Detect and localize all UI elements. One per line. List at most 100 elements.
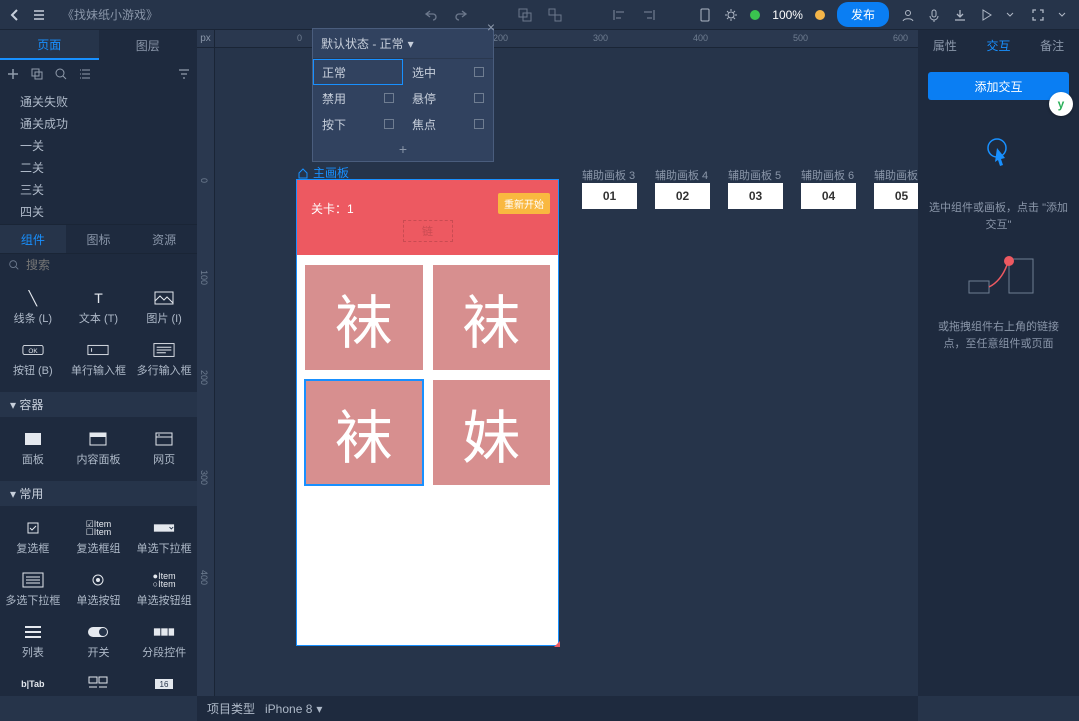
comp-input[interactable]: 单行输入框 <box>66 334 132 386</box>
comp-list[interactable]: 列表 <box>0 616 66 668</box>
main-artboard[interactable]: 关卡：1 重新开始 链 袜 袜 袜 妹 <box>297 180 558 645</box>
card-selected[interactable]: 袜 <box>305 380 423 485</box>
device-icon[interactable] <box>698 8 712 22</box>
align-left-icon[interactable] <box>612 8 626 22</box>
state-normal[interactable]: 正常 <box>313 59 403 85</box>
state-selected[interactable]: 选中 <box>403 59 493 85</box>
aux-artboard[interactable]: 02 <box>655 183 710 209</box>
checkbox-icon[interactable] <box>474 119 484 129</box>
state-pressed[interactable]: 按下 <box>313 111 403 137</box>
add-interaction-button[interactable]: 添加交互 <box>928 72 1069 100</box>
card[interactable]: 妹 <box>433 380 551 485</box>
add-state-button[interactable]: + <box>313 137 493 161</box>
close-icon[interactable]: × <box>487 19 495 35</box>
tab-assets[interactable]: 资源 <box>131 225 197 253</box>
aux-artboard[interactable]: 03 <box>728 183 783 209</box>
comp-panel[interactable]: 面板 <box>0 423 66 475</box>
play-icon[interactable] <box>979 8 993 22</box>
comp-select[interactable]: 单选下拉框 <box>131 512 197 564</box>
link-illustration <box>918 241 1079 311</box>
more-chevron-icon[interactable] <box>1057 8 1071 22</box>
chevron-down-icon[interactable] <box>1005 8 1019 22</box>
state-disabled[interactable]: 禁用 <box>313 85 403 111</box>
comp-webpage[interactable]: 网页 <box>131 423 197 475</box>
artboard-resize-handle[interactable] <box>554 641 560 647</box>
page-item[interactable]: 通关失败 <box>0 90 197 112</box>
comp-button[interactable]: OK按钮 (B) <box>0 334 66 386</box>
tab-note[interactable]: 备注 <box>1025 30 1079 60</box>
comp-text[interactable]: T文本 (T) <box>66 282 132 334</box>
page-item[interactable]: 二关 <box>0 156 197 178</box>
fullscreen-icon[interactable] <box>1031 8 1045 22</box>
restart-button[interactable]: 重新开始 <box>498 193 550 214</box>
comp-content-panel[interactable]: 内容面板 <box>66 423 132 475</box>
checkbox-icon[interactable] <box>384 93 394 103</box>
canvas[interactable]: px 0 100 200 300 400 500 600 0 100 200 3… <box>197 30 918 696</box>
mic-icon[interactable] <box>927 8 941 22</box>
duplicate-icon[interactable] <box>30 67 44 81</box>
menu-icon[interactable] <box>32 8 46 22</box>
page-item[interactable]: 通关成功 <box>0 112 197 134</box>
comp-checkbox[interactable]: 复选框 <box>0 512 66 564</box>
undo-icon[interactable] <box>424 8 438 22</box>
aux-artboard[interactable]: 05 <box>874 183 918 209</box>
back-icon[interactable] <box>8 8 22 22</box>
tab-components[interactable]: 组件 <box>0 225 66 253</box>
aux-artboard[interactable]: 01 <box>582 183 637 209</box>
card[interactable]: 袜 <box>433 265 551 370</box>
checkbox-icon[interactable] <box>474 93 484 103</box>
comp-number-input[interactable]: 16数字输入器 <box>131 668 197 696</box>
comp-radio[interactable]: 单选按钮 <box>66 564 132 616</box>
component-search-input[interactable] <box>26 258 189 272</box>
zoom-level[interactable]: 100% <box>772 8 803 22</box>
comp-checkbox-group[interactable]: ☑Item☐Item复选框组 <box>66 512 132 564</box>
comp-multiselect[interactable]: 多选下拉框 <box>0 564 66 616</box>
comp-tab[interactable]: b|Tab选项卡 <box>0 668 66 696</box>
comp-segment[interactable]: 分段控件 <box>131 616 197 668</box>
publish-button[interactable]: 发布 <box>837 2 889 27</box>
comp-textarea[interactable]: 多行输入框 <box>131 334 197 386</box>
add-page-icon[interactable] <box>6 67 20 81</box>
state-focus[interactable]: 焦点 <box>403 111 493 137</box>
align-right-icon[interactable] <box>642 8 656 22</box>
list-icon[interactable] <box>78 67 92 81</box>
page-item[interactable]: 一关 <box>0 134 197 156</box>
state-hover[interactable]: 悬停 <box>403 85 493 111</box>
search-icon[interactable] <box>54 67 68 81</box>
aux-artboard-label[interactable]: 辅助画板 4 <box>655 167 708 183</box>
aux-artboard-label[interactable]: 辅助画板 6 <box>801 167 854 183</box>
comp-image[interactable]: 图片 (I) <box>131 282 197 334</box>
user-icon[interactable] <box>901 8 915 22</box>
comp-switch[interactable]: 开关 <box>66 616 132 668</box>
comp-radio-group[interactable]: ●Item○Item单选按钮组 <box>131 564 197 616</box>
ungroup-icon[interactable] <box>548 8 562 22</box>
section-header-common[interactable]: ▾ 常用 <box>0 481 197 506</box>
tab-pages[interactable]: 页面 <box>0 30 99 60</box>
comp-imagetab[interactable]: 图文选项卡 <box>66 668 132 696</box>
settings-icon[interactable] <box>724 8 738 22</box>
main-artboard-label[interactable]: 主画板 <box>297 164 349 181</box>
redo-icon[interactable] <box>454 8 468 22</box>
tab-layers[interactable]: 图层 <box>99 30 198 60</box>
tab-interaction[interactable]: 交互 <box>972 30 1026 60</box>
card[interactable]: 袜 <box>305 265 423 370</box>
tab-property[interactable]: 属性 <box>918 30 972 60</box>
link-placeholder[interactable]: 链 <box>403 220 453 242</box>
aux-artboard[interactable]: 04 <box>801 183 856 209</box>
comp-line[interactable]: ╲线条 (L) <box>0 282 66 334</box>
help-badge[interactable]: y <box>1049 92 1073 116</box>
section-header-container[interactable]: ▾ 容器 <box>0 392 197 417</box>
project-type-select[interactable]: iPhone 8 ▾ <box>265 702 322 716</box>
page-item[interactable]: 三关 <box>0 178 197 200</box>
download-icon[interactable] <box>953 8 967 22</box>
tab-icons[interactable]: 图标 <box>66 225 132 253</box>
aux-artboard-label[interactable]: 辅助画板 5 <box>728 167 781 183</box>
page-item[interactable]: 四关 <box>0 200 197 222</box>
group-icon[interactable] <box>518 8 532 22</box>
notification-icon[interactable] <box>815 10 825 20</box>
checkbox-icon[interactable] <box>474 67 484 77</box>
checkbox-icon[interactable] <box>384 119 394 129</box>
filter-icon[interactable] <box>177 67 191 81</box>
aux-artboard-label[interactable]: 辅助画板 3 <box>582 167 635 183</box>
chevron-down-icon[interactable]: ▾ <box>408 37 414 51</box>
